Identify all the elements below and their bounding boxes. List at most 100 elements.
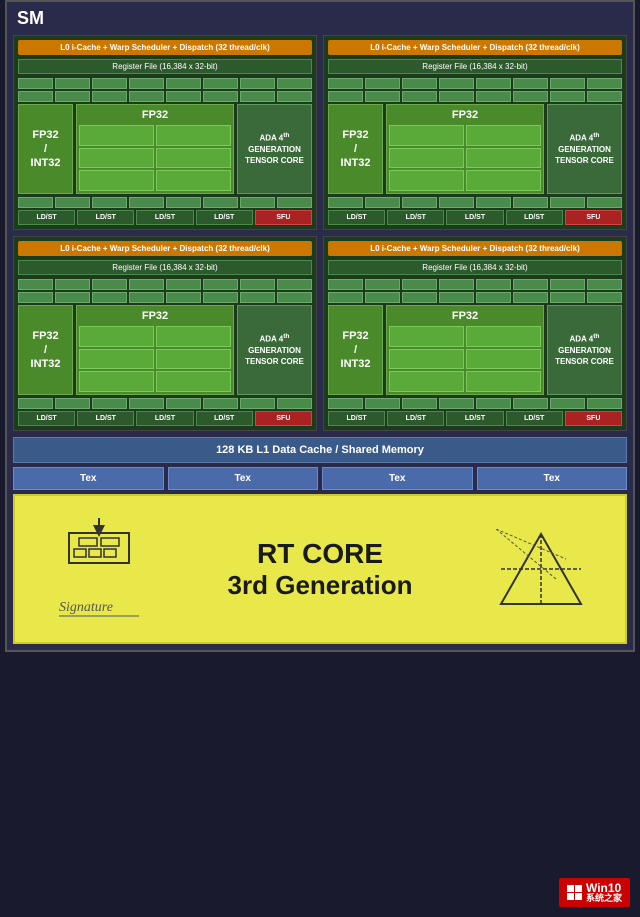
- reg-file-2: Register File (16,384 x 32-bit): [328, 59, 622, 74]
- bottom-units-4: LD/ST LD/ST LD/ST LD/ST SFU: [328, 411, 622, 426]
- ldst-1-4: LD/ST: [196, 210, 253, 225]
- fmc: [79, 148, 154, 169]
- reg-file-3: Register File (16,384 x 32-bit): [18, 260, 312, 275]
- fp32-int32-label-3: FP32/INT32: [31, 329, 61, 372]
- rc: [402, 279, 437, 290]
- rc: [365, 292, 400, 303]
- win10-sublabel: 系统之家: [586, 894, 622, 903]
- fmc: [389, 326, 464, 347]
- rc: [439, 398, 474, 409]
- fp32-grid-2: [387, 123, 543, 193]
- ldst-2-1: LD/ST: [328, 210, 385, 225]
- rc: [402, 91, 437, 102]
- rc: [55, 279, 90, 290]
- fp32-int32-label-4: FP32/INT32: [341, 329, 371, 372]
- rc: [203, 91, 238, 102]
- warp-header-1: L0 i-Cache + Warp Scheduler + Dispatch (…: [18, 40, 312, 55]
- warp-header-4: L0 i-Cache + Warp Scheduler + Dispatch (…: [328, 241, 622, 256]
- reg-row-1b: [18, 91, 312, 102]
- rc: [277, 292, 312, 303]
- reg-row-4c: [328, 398, 622, 409]
- rc: [439, 197, 474, 208]
- fmc: [79, 326, 154, 347]
- rc: [550, 78, 585, 89]
- fp32-grid-4: [387, 324, 543, 394]
- fmc: [466, 125, 541, 146]
- rc: [328, 292, 363, 303]
- tensor-col-3: ADA 4thGENERATIONTENSOR CORE: [237, 305, 312, 395]
- core-row-3: FP32/INT32 FP32 ADA 4thGENERATIONTENSOR …: [18, 305, 312, 395]
- tensor-label-2: ADA 4thGENERATIONTENSOR CORE: [555, 131, 614, 166]
- rc: [277, 91, 312, 102]
- rc: [328, 78, 363, 89]
- fmc: [156, 170, 231, 191]
- win-quad-4: [575, 893, 582, 900]
- rc: [402, 197, 437, 208]
- rc: [550, 279, 585, 290]
- core-row-1: FP32/INT32 FP32 ADA 4thGENERATIONTENSOR …: [18, 104, 312, 194]
- reg-file-4: Register File (16,384 x 32-bit): [328, 260, 622, 275]
- ldst-2-2: LD/ST: [387, 210, 444, 225]
- reg-row-2a: [328, 78, 622, 89]
- win10-watermark: Win10 系统之家: [559, 878, 630, 907]
- fmc: [79, 170, 154, 191]
- fp32-col-4: FP32: [386, 305, 544, 395]
- fp32-grid-1: [77, 123, 233, 193]
- reg-row-2b: [328, 91, 622, 102]
- fmc: [466, 170, 541, 191]
- rc: [365, 78, 400, 89]
- warp-header-2: L0 i-Cache + Warp Scheduler + Dispatch (…: [328, 40, 622, 55]
- fmc: [389, 148, 464, 169]
- rc: [18, 78, 53, 89]
- reg-row-3b: [18, 292, 312, 303]
- rc: [240, 279, 275, 290]
- rc: [129, 78, 164, 89]
- tensor-label-4: ADA 4thGENERATIONTENSOR CORE: [555, 332, 614, 367]
- core-row-4: FP32/INT32 FP32 ADA 4thGENERATIONTENSOR …: [328, 305, 622, 395]
- ldst-1-1: LD/ST: [18, 210, 75, 225]
- rc: [439, 91, 474, 102]
- rc: [166, 279, 201, 290]
- fmc: [156, 371, 231, 392]
- rc: [92, 91, 127, 102]
- rc: [277, 279, 312, 290]
- rc: [587, 292, 622, 303]
- rc: [513, 78, 548, 89]
- l1-cache: 128 KB L1 Data Cache / Shared Memory: [13, 437, 627, 463]
- rc: [365, 91, 400, 102]
- rc: [203, 292, 238, 303]
- fmc: [79, 349, 154, 370]
- rt-core-text: RT CORE 3rd Generation: [173, 537, 468, 602]
- fmc: [79, 125, 154, 146]
- ldst-3-2: LD/ST: [77, 411, 134, 426]
- ldst-1-3: LD/ST: [136, 210, 193, 225]
- rc: [166, 78, 201, 89]
- rc: [328, 279, 363, 290]
- reg-row-1a: [18, 78, 312, 89]
- ldst-2-4: LD/ST: [506, 210, 563, 225]
- rc: [476, 91, 511, 102]
- tex-unit-1: Tex: [13, 467, 164, 490]
- rc: [513, 279, 548, 290]
- rc: [550, 91, 585, 102]
- fp32-label-3: FP32: [77, 306, 233, 324]
- tex-unit-3: Tex: [322, 467, 473, 490]
- rc: [203, 279, 238, 290]
- rt-core-section: Signature RT CORE 3rd Generation: [13, 494, 627, 644]
- rc: [365, 279, 400, 290]
- rc: [550, 398, 585, 409]
- fmc: [79, 371, 154, 392]
- fp32-col-2: FP32: [386, 104, 544, 194]
- fmc: [389, 371, 464, 392]
- fmc: [156, 326, 231, 347]
- win-quad-1: [567, 885, 574, 892]
- rc: [277, 398, 312, 409]
- rc: [439, 279, 474, 290]
- tensor-label-3: ADA 4thGENERATIONTENSOR CORE: [245, 332, 304, 367]
- rt-diagram-left: [49, 513, 149, 583]
- svg-text:Signature: Signature: [59, 600, 113, 615]
- rc: [277, 78, 312, 89]
- win-quad-2: [575, 885, 582, 892]
- rc: [328, 91, 363, 102]
- rc: [587, 91, 622, 102]
